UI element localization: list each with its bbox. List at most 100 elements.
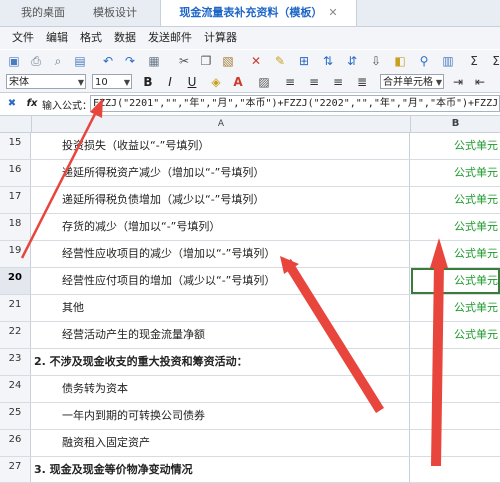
formula-input[interactable]: FZZJ("2201","","年","月","本币")+FZZJ("2202"… <box>90 95 500 112</box>
delete-icon[interactable]: ✕ <box>248 53 264 69</box>
font-name-value: 宋体 <box>9 77 29 88</box>
table-row: 25 一年内到期的可转换公司债券 <box>0 403 500 430</box>
cell-a[interactable]: 投资损失（收益以“-”号填列） <box>32 133 410 159</box>
column-header-a[interactable]: A <box>32 116 411 132</box>
menu-format[interactable]: 格式 <box>80 27 102 49</box>
sheet-grid: 15 投资损失（收益以“-”号填列） 公式单元 16 递延所得税资产减少（增加以… <box>0 133 500 483</box>
chart-icon[interactable]: ◧ <box>392 53 408 69</box>
indent-icon[interactable]: ⇥ <box>450 74 466 90</box>
sum-icon[interactable]: Σ <box>466 53 482 69</box>
cell-a[interactable]: 递延所得税负债增加（减少以“-”号填列） <box>32 187 410 213</box>
cell-b[interactable]: 公式单元 <box>411 214 500 240</box>
justify-icon[interactable]: ≣ <box>354 74 370 90</box>
copy-format-icon[interactable]: ▤ <box>72 53 88 69</box>
menu-calculator[interactable]: 计算器 <box>204 27 237 49</box>
row-number[interactable]: 19 <box>0 241 31 267</box>
cell-a[interactable]: 债务转为资本 <box>32 376 410 402</box>
chevron-down-icon: ▼ <box>123 78 130 87</box>
menu-data[interactable]: 数据 <box>114 27 136 49</box>
cell-a[interactable]: 存货的减少（增加以“-”号填列） <box>32 214 410 240</box>
brush-icon[interactable]: ✎ <box>272 53 288 69</box>
row-number[interactable]: 23 <box>0 349 31 375</box>
row-number[interactable]: 26 <box>0 430 31 456</box>
row-number[interactable]: 25 <box>0 403 31 429</box>
formula-bar: ✖ fx 输入公式： FZZJ("2201","","年","月","本币")+… <box>0 93 500 116</box>
cut-icon[interactable]: ✂ <box>176 53 192 69</box>
fill-color-icon[interactable]: ◈ <box>208 74 224 90</box>
table-row: 21 其他 公式单元 <box>0 295 500 322</box>
font-color-icon[interactable]: A <box>230 74 246 90</box>
cell-b[interactable]: 公式单元 <box>411 241 500 267</box>
cell-b[interactable]: 公式单元 <box>411 295 500 321</box>
cell-b[interactable] <box>411 376 500 402</box>
print-preview-icon[interactable]: ⌕ <box>50 53 66 69</box>
underline-button[interactable]: U <box>184 74 200 90</box>
row-number[interactable]: 17 <box>0 187 31 213</box>
column-header-bar: A B <box>0 116 500 133</box>
sort-asc-icon[interactable]: ⇅ <box>320 53 336 69</box>
cell-b[interactable] <box>411 349 500 375</box>
select-all-corner[interactable] <box>0 116 32 132</box>
table-row: 15 投资损失（收益以“-”号填列） 公式单元 <box>0 133 500 160</box>
align-center-icon[interactable]: ≡ <box>306 74 322 90</box>
align-left-icon[interactable]: ≡ <box>282 74 298 90</box>
cancel-edit-icon[interactable]: ✖ <box>4 96 20 112</box>
filter-icon[interactable]: ⚲ <box>416 53 432 69</box>
row-number[interactable]: 15 <box>0 133 31 159</box>
align-right-icon[interactable]: ≡ <box>330 74 346 90</box>
cell-b[interactable]: 公式单元 <box>411 187 500 213</box>
paste-icon[interactable]: ▧ <box>220 53 236 69</box>
close-icon[interactable]: ✕ <box>328 6 337 19</box>
border-icon[interactable]: ▨ <box>256 74 272 90</box>
menu-file[interactable]: 文件 <box>12 27 34 49</box>
grid-icon[interactable]: ▦ <box>146 53 162 69</box>
function-icon[interactable]: fx <box>24 96 40 112</box>
cell-b-active[interactable]: 公式单元 <box>411 268 500 294</box>
sort-icon[interactable]: ⇩ <box>368 53 384 69</box>
cell-b[interactable] <box>411 457 500 482</box>
cell-a[interactable]: 经营性应收项目的减少（增加以“-”号填列） <box>32 241 410 267</box>
bold-button[interactable]: B <box>140 74 156 90</box>
cell-b[interactable]: 公式单元 <box>411 160 500 186</box>
redo-icon[interactable]: ↷ <box>122 53 138 69</box>
print-icon[interactable]: ⎙ <box>28 53 44 69</box>
menu-send-mail[interactable]: 发送邮件 <box>148 27 192 49</box>
cell-b[interactable]: 公式单元 <box>411 322 500 348</box>
font-name-select[interactable]: 宋体 ▼ <box>6 74 86 89</box>
menu-bar: 文件 编辑 格式 数据 发送邮件 计算器 <box>0 27 500 49</box>
cell-a[interactable]: 经营性应付项目的增加（减少以“-”号填列） <box>32 268 410 294</box>
row-number[interactable]: 18 <box>0 214 31 240</box>
italic-button[interactable]: I <box>162 74 178 90</box>
cell-b[interactable] <box>411 403 500 429</box>
row-number[interactable]: 22 <box>0 322 31 348</box>
column-header-b[interactable]: B <box>411 116 500 132</box>
merge-cells-select[interactable]: 合并单元格 ▼ <box>380 74 444 89</box>
font-size-select[interactable]: 10 ▼ <box>92 74 132 89</box>
row-number[interactable]: 20 <box>0 268 31 294</box>
cell-a[interactable]: 一年内到期的可转换公司债券 <box>32 403 410 429</box>
menu-edit[interactable]: 编辑 <box>46 27 68 49</box>
tab-cashflow-template[interactable]: 现金流量表补充资料（模板） ✕ <box>160 0 357 26</box>
tab-my-desktop[interactable]: 我的桌面 <box>10 0 76 26</box>
sort-desc-icon[interactable]: ⇵ <box>344 53 360 69</box>
cell-a[interactable]: 其他 <box>32 295 410 321</box>
copy-icon[interactable]: ❐ <box>198 53 214 69</box>
cell-a-section-header[interactable]: 2. 不涉及现金收支的重大投资和筹资活动： <box>32 349 410 375</box>
sum-more-icon[interactable]: Σ <box>488 53 500 69</box>
cell-b[interactable]: 公式单元 <box>411 133 500 159</box>
cell-a-section-header[interactable]: 3. 现金及现金等价物净变动情况 <box>32 457 410 482</box>
row-number[interactable]: 21 <box>0 295 31 321</box>
outdent-icon[interactable]: ⇤ <box>472 74 488 90</box>
table-icon[interactable]: ▥ <box>440 53 456 69</box>
cell-a[interactable]: 融资租入固定资产 <box>32 430 410 456</box>
undo-icon[interactable]: ↶ <box>100 53 116 69</box>
cell-b[interactable] <box>411 430 500 456</box>
insert-row-icon[interactable]: ⊞ <box>296 53 312 69</box>
cell-a[interactable]: 递延所得税资产减少（增加以“-”号填列） <box>32 160 410 186</box>
row-number[interactable]: 24 <box>0 376 31 402</box>
cell-a[interactable]: 经营活动产生的现金流量净额 <box>32 322 410 348</box>
save-icon[interactable]: ▣ <box>6 53 22 69</box>
tab-template-design[interactable]: 模板设计 <box>80 0 150 26</box>
row-number[interactable]: 27 <box>0 457 31 482</box>
row-number[interactable]: 16 <box>0 160 31 186</box>
